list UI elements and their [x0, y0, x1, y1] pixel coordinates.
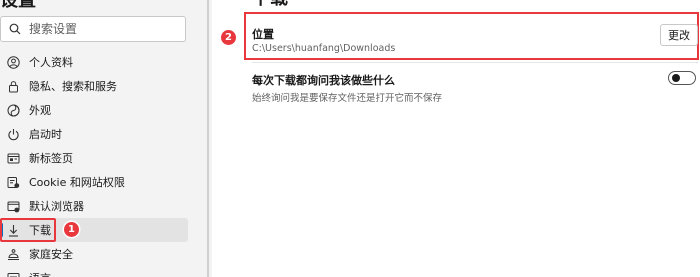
- ask-each-download-title: 每次下载都询问我该做些什么: [252, 74, 395, 87]
- toggle-knob: [672, 74, 680, 82]
- sidebar-item-label: 隐私、搜索和服务: [29, 80, 117, 93]
- sidebar-item-label: 新标签页: [29, 152, 73, 165]
- settings-sidebar: 设置 个人资料 隐私、搜索和服务: [0, 0, 198, 277]
- downloads-settings-panel: 下载 2 位置 C:\Users\huanfang\Downloads 更改 每…: [212, 0, 700, 277]
- sidebar-item-label: 启动时: [29, 128, 62, 141]
- sidebar-item-family[interactable]: 家庭安全: [0, 242, 188, 266]
- sidebar-item-new-tab[interactable]: 新标签页: [0, 146, 188, 170]
- profile-icon: [6, 55, 20, 69]
- annotation-badge-2: 2: [221, 30, 236, 45]
- new-tab-icon: [6, 151, 20, 165]
- language-icon: [6, 271, 20, 277]
- downloads-highlight-box: [0, 218, 56, 242]
- search-input[interactable]: [29, 20, 179, 38]
- sidebar-divider: [207, 0, 209, 277]
- sidebar-item-language[interactable]: 语言: [0, 266, 188, 277]
- sidebar-gutter: [198, 0, 212, 277]
- sidebar-item-appearance[interactable]: 外观: [0, 98, 188, 122]
- sidebar-item-label: 家庭安全: [29, 248, 73, 261]
- sidebar-item-label: 个人资料: [29, 56, 73, 69]
- family-icon: [6, 247, 20, 261]
- sidebar-item-cookies[interactable]: Cookie 和网站权限: [0, 170, 188, 194]
- sidebar-item-startup[interactable]: 启动时: [0, 122, 188, 146]
- search-icon: [9, 23, 21, 35]
- sidebar-item-profile[interactable]: 个人资料: [0, 50, 188, 74]
- location-title: 位置: [252, 28, 274, 41]
- default-browser-icon: [6, 199, 20, 213]
- sidebar-item-label: Cookie 和网站权限: [29, 176, 125, 189]
- row-divider: [252, 62, 698, 63]
- appearance-icon: [6, 103, 20, 117]
- ask-each-download-description: 始终询问我是要保存文件还是打开它而不保存: [252, 93, 443, 104]
- power-icon: [6, 127, 20, 141]
- sidebar-item-privacy[interactable]: 隐私、搜索和服务: [0, 74, 188, 98]
- search-box[interactable]: [0, 16, 186, 42]
- ask-each-download-toggle[interactable]: [668, 71, 696, 85]
- site-permissions-icon: [6, 175, 20, 189]
- annotation-badge-1: 1: [64, 222, 79, 237]
- sidebar-item-default-browser[interactable]: 默认浏览器: [0, 194, 188, 218]
- sidebar-title: 设置: [0, 0, 36, 11]
- change-location-button[interactable]: 更改: [660, 24, 698, 46]
- sidebar-item-label: 外观: [29, 104, 51, 117]
- sidebar-item-label: 语言: [29, 270, 51, 277]
- download-path: C:\Users\huanfang\Downloads: [252, 43, 396, 54]
- lock-icon: [6, 79, 20, 93]
- sidebar-item-label: 默认浏览器: [29, 200, 84, 213]
- page-title: 下载: [252, 0, 288, 10]
